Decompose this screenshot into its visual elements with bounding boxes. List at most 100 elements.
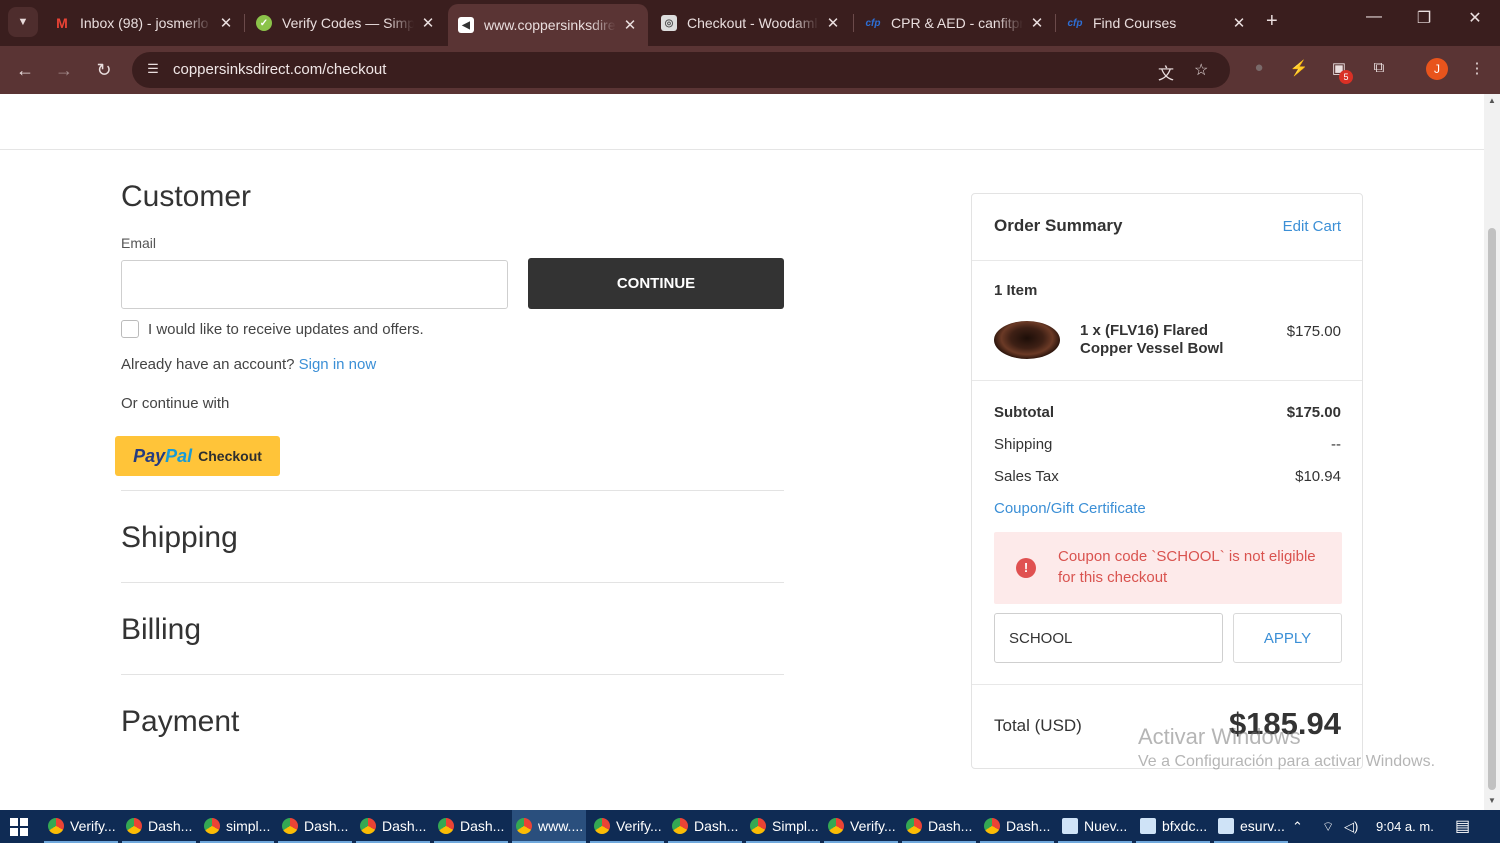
profile-avatar[interactable]: J [1426,58,1448,80]
taskbar-item[interactable]: Dash... [278,810,352,843]
close-icon[interactable]: ✕ [1029,14,1045,32]
tab-woodaml[interactable]: ◎ Checkout - Woodaml ✕ [651,6,851,40]
close-icon[interactable]: ✕ [622,16,638,34]
sign-in-link[interactable]: Sign in now [299,356,377,373]
chrome-icon [594,817,610,834]
taskbar-item[interactable]: esurv... [1214,810,1288,843]
account-prompt-text: Already have an account? [121,356,295,373]
tab-coppersinksdirect[interactable]: ◀ www.coppersinksdire ✕ [448,4,648,46]
forward-icon[interactable]: → [52,58,76,82]
taskbar-item-label: Dash... [382,817,427,834]
wifi-icon[interactable]: ⌔ [1322,810,1334,843]
paypal-checkout-button[interactable]: PayPal Checkout [115,436,280,476]
taskbar-item-label: www.... [538,817,584,834]
coupon-code-input[interactable] [994,613,1223,663]
site-info-icon[interactable]: ☰ [144,61,162,79]
taskbar-item[interactable]: Nuev... [1058,810,1132,843]
taskbar-item-label: esurv... [1240,817,1285,834]
tab-search-button[interactable]: ▼ [8,7,38,37]
scroll-up-icon[interactable]: ▲ [1488,96,1496,105]
back-icon[interactable]: ← [13,58,37,82]
chrome-icon [360,817,376,834]
taskbar-item-label: Dash... [304,817,349,834]
minimize-icon[interactable]: — [1354,8,1394,26]
close-icon[interactable]: ✕ [825,14,841,32]
close-icon[interactable]: ✕ [218,14,234,32]
tab-verify-codes[interactable]: ✓ Verify Codes — Simpl ✕ [246,6,446,40]
scrollbar-thumb[interactable] [1488,228,1496,790]
chrome-icon [126,817,142,834]
updates-checkbox-label[interactable]: I would like to receive updates and offe… [148,321,424,338]
url-text[interactable]: coppersinksdirect.com/checkout [173,61,386,78]
site-favicon: ◀ [458,17,474,33]
taskbar-item[interactable]: Verify... [824,810,898,843]
updates-checkbox[interactable] [121,320,139,338]
tab-divider [1055,14,1056,32]
subtotal-label: Subtotal [994,404,1054,421]
notifications-icon[interactable]: ▤ [1455,810,1470,843]
extensions-puzzle-icon[interactable]: ⧉ [1368,59,1390,81]
woodaml-icon: ◎ [661,15,677,31]
volume-icon[interactable]: ◁) [1344,810,1358,843]
extension-badge: 5 [1339,70,1353,84]
taskbar-item[interactable]: Dash... [356,810,430,843]
taskbar-item-label: Dash... [460,817,505,834]
close-icon[interactable]: ✕ [1231,14,1247,32]
bookmark-star-icon[interactable]: ☆ [1194,60,1208,80]
taskbar-item[interactable]: www.... [512,810,586,843]
restore-icon[interactable]: ❐ [1404,8,1444,28]
chrome-icon [984,817,1000,834]
chrome-icon [750,817,766,834]
notepad-icon [1062,817,1078,834]
order-summary-title: Order Summary [994,216,1123,235]
continue-button[interactable]: CONTINUE [528,258,784,309]
window-close-icon[interactable]: ✕ [1455,8,1495,28]
scroll-down-icon[interactable]: ▼ [1488,796,1496,805]
taskbar-item-label: Dash... [928,817,973,834]
taskbar-item[interactable]: Verify... [590,810,664,843]
extension-bug-icon[interactable]: ● [1248,59,1270,81]
apply-coupon-button[interactable]: APPLY [1233,613,1342,663]
shipping-value: -- [1331,436,1341,453]
address-bar[interactable]: ☰ coppersinksdirect.com/checkout 文 ☆ [132,52,1230,88]
taskbar-item-label: Verify... [70,817,116,834]
shipping-heading: Shipping [121,521,238,554]
tray-chevron-icon[interactable]: ⌃ [1292,810,1303,843]
product-image-copper-bowl [994,321,1060,359]
notepad-icon [1218,817,1234,834]
translate-icon[interactable]: 文 [1158,60,1174,84]
summary-divider [972,260,1362,261]
tab-cpr-aed[interactable]: cfp CPR & AED - canfitpr ✕ [855,6,1055,40]
account-prompt: Already have an account? Sign in now [121,356,376,373]
taskbar-item[interactable]: simpl... [200,810,274,843]
new-tab-button[interactable]: + [1266,10,1278,33]
edit-cart-link[interactable]: Edit Cart [1283,218,1341,235]
tab-gmail[interactable]: M Inbox (98) - josmerlo ✕ [44,6,244,40]
taskbar-item[interactable]: Dash... [668,810,742,843]
email-field[interactable] [121,260,508,309]
tab-find-courses[interactable]: cfp Find Courses ✕ [1057,6,1257,40]
taskbar-item[interactable]: Simpl... [746,810,820,843]
taskbar-item[interactable]: Dash... [122,810,196,843]
coupon-error-text: Coupon code `SCHOOL` is not eligible for… [1058,548,1316,586]
page-scrollbar[interactable]: ▲ ▼ [1484,94,1500,810]
reload-icon[interactable]: ↻ [92,58,116,82]
coupon-gift-certificate-link[interactable]: Coupon/Gift Certificate [994,500,1146,517]
email-label: Email [121,235,157,251]
taskbar-item[interactable]: Dash... [902,810,976,843]
summary-divider [972,684,1362,685]
taskbar-item[interactable]: bfxdc... [1136,810,1210,843]
windows-start-icon[interactable] [10,818,28,836]
taskbar-item[interactable]: Dash... [980,810,1054,843]
taskbar-clock[interactable]: 9:04 a. m. [1376,810,1434,843]
extension-lightning-icon[interactable]: ⚡ [1288,59,1310,81]
section-divider [121,490,784,491]
taskbar-item-label: Dash... [148,817,193,834]
taskbar-item[interactable]: Dash... [434,810,508,843]
windows-activation-hint: Ve a Configuración para activar Windows. [1138,753,1436,770]
close-icon[interactable]: ✕ [420,14,436,32]
cfp-icon: cfp [1067,17,1083,29]
menu-kebab-icon[interactable]: ⋮ [1466,59,1488,81]
taskbar-item[interactable]: Verify... [44,810,118,843]
section-divider [121,582,784,583]
